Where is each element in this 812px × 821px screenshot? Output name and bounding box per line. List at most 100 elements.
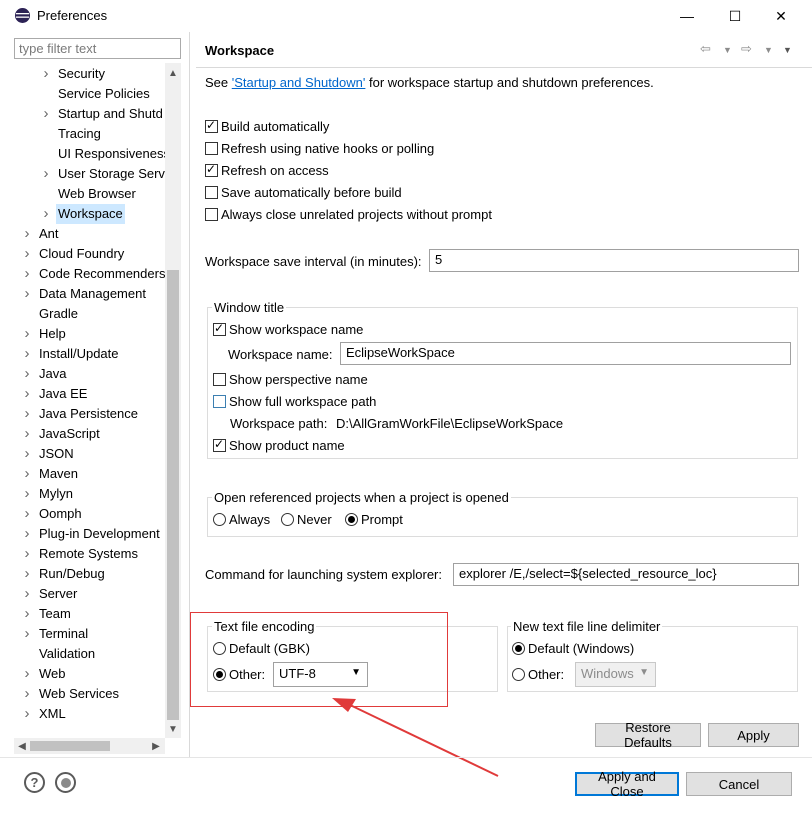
chevron-right-icon[interactable]: › xyxy=(21,404,33,424)
line-delimiter-default-radio[interactable] xyxy=(512,642,525,655)
view-menu-icon[interactable]: ▼ xyxy=(783,45,792,55)
chevron-right-icon[interactable]: › xyxy=(21,364,33,384)
tree-item[interactable]: › Help xyxy=(14,324,181,344)
tree-item[interactable]: Tracing xyxy=(14,124,181,144)
tree-item[interactable]: › Ant xyxy=(14,224,181,244)
forward-arrow-icon[interactable]: ⇨ xyxy=(741,41,752,57)
tree-item[interactable]: Web Browser xyxy=(14,184,181,204)
scroll-up-icon[interactable]: ▲ xyxy=(165,66,181,80)
show-perspective-name-checkbox[interactable] xyxy=(213,373,226,386)
cancel-button[interactable]: Cancel xyxy=(686,772,792,796)
build-automatically-checkbox[interactable] xyxy=(205,118,218,133)
tree-item[interactable]: › Java xyxy=(14,364,181,384)
scroll-left-icon[interactable]: ◀ xyxy=(16,739,28,753)
chevron-right-icon[interactable]: › xyxy=(40,104,52,124)
tree-item[interactable]: › Run/Debug xyxy=(14,564,181,584)
chevron-right-icon[interactable]: › xyxy=(21,344,33,364)
close-button[interactable]: ✕ xyxy=(758,0,804,32)
chevron-right-icon[interactable]: › xyxy=(40,64,52,84)
chevron-right-icon[interactable]: › xyxy=(21,544,33,564)
tree-item[interactable]: › Java Persistence xyxy=(14,404,181,424)
explorer-command-input[interactable]: explorer /E,/select=${selected_resource_… xyxy=(453,563,799,586)
scroll-down-icon[interactable]: ▼ xyxy=(165,722,181,736)
refresh-on-access-checkbox[interactable] xyxy=(205,162,218,177)
help-icon[interactable]: ? xyxy=(24,772,45,793)
tree-item[interactable]: › Plug-in Development xyxy=(14,524,181,544)
tree-item[interactable]: › Security xyxy=(14,64,181,84)
back-arrow-icon[interactable]: ⇦ xyxy=(700,41,711,57)
tree-item[interactable]: › Web xyxy=(14,664,181,684)
save-interval-input[interactable]: 5 xyxy=(429,249,799,272)
chevron-right-icon[interactable]: › xyxy=(21,524,33,544)
tree-item[interactable]: UI Responsiveness xyxy=(14,144,181,164)
forward-menu-chevron-icon[interactable]: ▼ xyxy=(764,45,773,55)
tree-item[interactable]: › XML xyxy=(14,704,181,724)
line-delimiter-other-radio[interactable] xyxy=(512,668,525,681)
tree-item[interactable]: › Terminal xyxy=(14,624,181,644)
tree-item[interactable]: › Startup and Shutd xyxy=(14,104,181,124)
scroll-right-icon[interactable]: ▶ xyxy=(150,739,162,753)
show-product-name-checkbox[interactable] xyxy=(213,437,226,452)
close-unrelated-projects-label: Always close unrelated projects without … xyxy=(221,207,492,222)
open-referenced-prompt-radio[interactable] xyxy=(345,513,358,526)
apply-and-close-button[interactable]: Apply and Close xyxy=(575,769,679,799)
record-icon[interactable] xyxy=(55,772,76,793)
chevron-right-icon[interactable]: › xyxy=(21,624,33,644)
workspace-name-input[interactable]: EclipseWorkSpace xyxy=(340,342,791,365)
chevron-right-icon[interactable]: › xyxy=(21,324,33,344)
back-menu-chevron-icon[interactable]: ▼ xyxy=(723,45,732,55)
minimize-button[interactable]: — xyxy=(664,0,710,32)
refresh-native-hooks-checkbox[interactable] xyxy=(205,142,218,155)
apply-button[interactable]: Apply xyxy=(708,723,799,747)
tree-item[interactable]: › Workspace xyxy=(14,204,181,224)
tree-horizontal-scroll-thumb[interactable] xyxy=(30,741,110,751)
chevron-right-icon[interactable]: › xyxy=(21,604,33,624)
chevron-right-icon[interactable]: › xyxy=(21,664,33,684)
restore-defaults-button[interactable]: Restore Defaults xyxy=(595,720,701,750)
show-full-workspace-path-checkbox[interactable] xyxy=(213,395,226,408)
tree-item[interactable]: › Maven xyxy=(14,464,181,484)
startup-shutdown-link[interactable]: 'Startup and Shutdown' xyxy=(232,75,366,90)
save-before-build-checkbox[interactable] xyxy=(205,186,218,199)
tree-item[interactable]: › JSON xyxy=(14,444,181,464)
tree-item[interactable]: › Mylyn xyxy=(14,484,181,504)
tree-item[interactable]: › Server xyxy=(14,584,181,604)
chevron-right-icon[interactable]: › xyxy=(21,424,33,444)
tree-item[interactable]: › Oomph xyxy=(14,504,181,524)
tree-item[interactable]: › Team xyxy=(14,604,181,624)
tree-item[interactable]: Validation xyxy=(14,644,181,664)
open-referenced-always-radio[interactable] xyxy=(213,513,226,526)
chevron-right-icon[interactable]: › xyxy=(21,584,33,604)
tree-item[interactable]: › Code Recommenders xyxy=(14,264,181,284)
chevron-right-icon[interactable]: › xyxy=(21,384,33,404)
close-unrelated-projects-checkbox[interactable] xyxy=(205,208,218,221)
tree-item[interactable]: › Install/Update xyxy=(14,344,181,364)
filter-input[interactable] xyxy=(14,38,181,59)
chevron-right-icon[interactable]: › xyxy=(21,684,33,704)
chevron-right-icon[interactable]: › xyxy=(21,444,33,464)
chevron-right-icon[interactable]: › xyxy=(21,244,33,264)
chevron-right-icon[interactable]: › xyxy=(40,164,52,184)
chevron-right-icon[interactable]: › xyxy=(21,224,33,244)
maximize-button[interactable]: ☐ xyxy=(712,0,758,32)
tree-item[interactable]: › Remote Systems xyxy=(14,544,181,564)
tree-item[interactable]: › Cloud Foundry xyxy=(14,244,181,264)
tree-item[interactable]: › Data Management xyxy=(14,284,181,304)
tree-vertical-scroll-thumb[interactable] xyxy=(167,270,179,720)
show-workspace-name-checkbox[interactable] xyxy=(213,321,226,336)
tree-item[interactable]: › Java EE xyxy=(14,384,181,404)
chevron-right-icon[interactable]: › xyxy=(21,264,33,284)
tree-item[interactable]: › JavaScript xyxy=(14,424,181,444)
chevron-right-icon[interactable]: › xyxy=(21,704,33,724)
chevron-right-icon[interactable]: › xyxy=(21,284,33,304)
tree-item[interactable]: › Web Services xyxy=(14,684,181,704)
tree-item[interactable]: Gradle xyxy=(14,304,181,324)
tree-item[interactable]: › User Storage Serv xyxy=(14,164,181,184)
open-referenced-never-radio[interactable] xyxy=(281,513,294,526)
chevron-right-icon[interactable]: › xyxy=(21,484,33,504)
chevron-right-icon[interactable]: › xyxy=(21,504,33,524)
tree-item[interactable]: Service Policies xyxy=(14,84,181,104)
chevron-right-icon[interactable]: › xyxy=(21,464,33,484)
chevron-right-icon[interactable]: › xyxy=(40,204,52,224)
chevron-right-icon[interactable]: › xyxy=(21,564,33,584)
